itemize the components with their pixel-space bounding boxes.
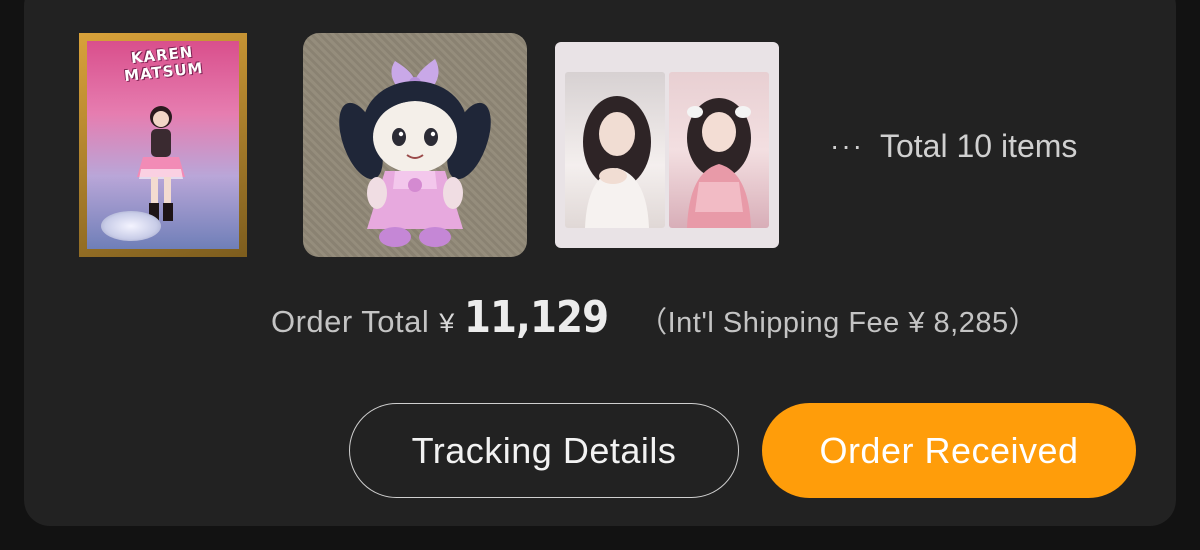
- shipping-fee-note: （Int'l Shipping Fee ¥ 8,285）: [638, 307, 1039, 339]
- total-items-label: Total 10 items: [879, 127, 1078, 164]
- item-thumbnail-plush-doll[interactable]: [303, 33, 527, 257]
- photo-card-right: [669, 72, 769, 228]
- order-total-row: Order Total ¥ 11,129 （Int'l Shipping Fee…: [271, 292, 1038, 362]
- currency-symbol: ¥: [439, 308, 455, 338]
- plush-doll-image: [339, 59, 491, 247]
- order-total-label: Order Total: [271, 304, 430, 339]
- portrait-illustration: [583, 96, 651, 228]
- item-thumbnail-photo-set[interactable]: [555, 42, 779, 248]
- portrait-illustration: [687, 98, 751, 228]
- acrylic-stand-logo-text: KAREN MATSUM: [123, 42, 205, 86]
- total-items-indicator[interactable]: ··· Total 10 items: [830, 126, 1077, 166]
- item-thumbnail-acrylic-stand[interactable]: KAREN MATSUM: [79, 33, 247, 257]
- photo-card-left: [565, 72, 665, 228]
- ellipsis-icon: ···: [830, 130, 864, 161]
- acrylic-stand-image: KAREN MATSUM: [87, 41, 239, 249]
- order-received-button[interactable]: Order Received: [762, 403, 1136, 498]
- tracking-details-button[interactable]: Tracking Details: [349, 403, 739, 498]
- acrylic-stand-base: [101, 211, 161, 241]
- figure-illustration: [137, 106, 185, 221]
- order-total-amount: 11,129: [464, 292, 609, 343]
